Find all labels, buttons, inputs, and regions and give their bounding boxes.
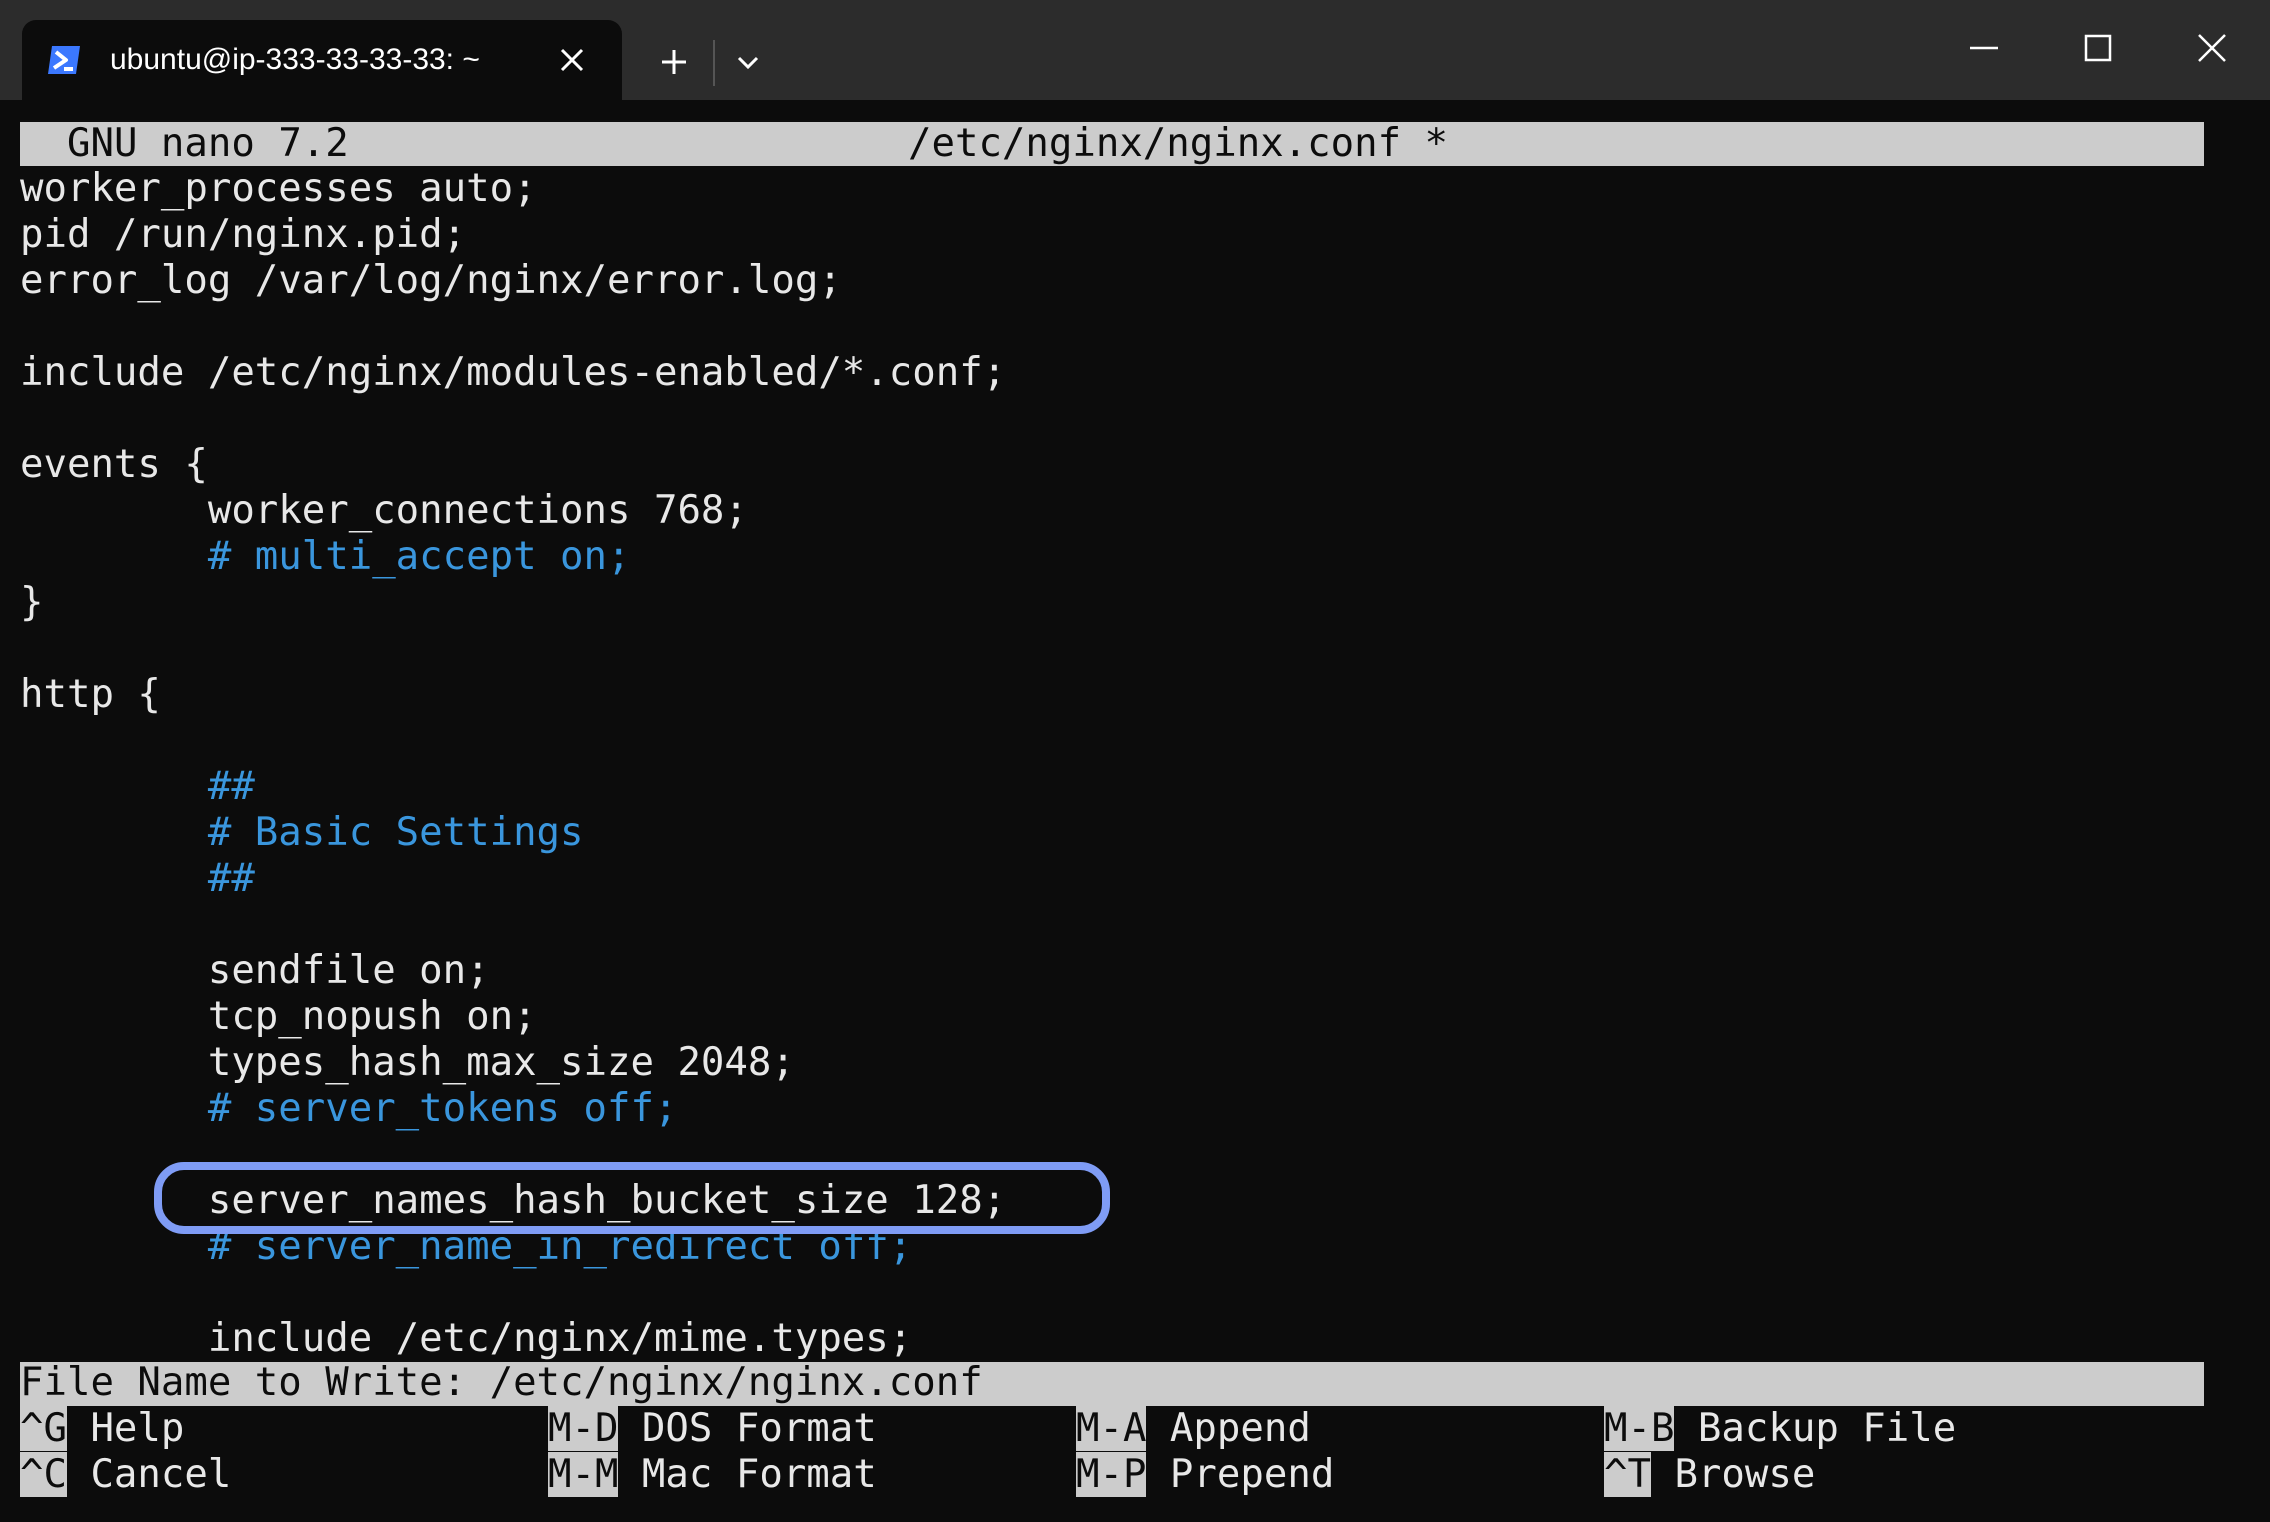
code-line: } xyxy=(20,580,44,625)
code-line: types_hash_max_size 2048; xyxy=(20,1040,795,1085)
highlight-annotation xyxy=(154,1162,1110,1234)
nano-filename: /etc/nginx/nginx.conf * xyxy=(908,121,1449,166)
shortcut-cancel[interactable]: ^C Cancel xyxy=(20,1452,231,1498)
nano-version: GNU nano 7.2 xyxy=(67,121,349,166)
shortcut-label: Cancel xyxy=(66,1452,232,1497)
tab-title: ubuntu@ip-333-33-33-33: ~ xyxy=(110,43,480,76)
title-bar: ubuntu@ip-333-33-33-33: ~ xyxy=(0,0,2270,100)
code-line: worker_processes auto; xyxy=(20,166,537,211)
code-comment-line: ## xyxy=(20,856,255,901)
shortcut-prepend[interactable]: M-P Prepend xyxy=(1076,1452,1334,1498)
chevron-down-icon[interactable] xyxy=(728,42,768,82)
shortcut-label: Mac Format xyxy=(618,1452,877,1497)
shortcut-dos-format[interactable]: M-D DOS Format xyxy=(548,1406,877,1452)
nano-title-bar: GNU nano 7.2 /etc/nginx/nginx.conf * xyxy=(20,122,2204,166)
code-line: worker_connections 768; xyxy=(20,488,748,533)
shortcut-label: DOS Format xyxy=(618,1406,877,1451)
terminal-pane[interactable]: GNU nano 7.2 /etc/nginx/nginx.conf * wor… xyxy=(0,100,2270,1522)
shortcut-key: ^C xyxy=(20,1452,67,1497)
powershell-terminal-icon xyxy=(44,40,84,80)
shortcut-label: Backup File xyxy=(1674,1406,1957,1451)
minimize-icon[interactable] xyxy=(1962,26,2006,70)
shortcut-append[interactable]: M-A Append xyxy=(1076,1406,1311,1452)
code-comment-line: # multi_accept on; xyxy=(20,534,631,579)
shortcut-label: Append xyxy=(1146,1406,1311,1451)
code-comment-line: ## xyxy=(20,764,255,809)
shortcut-help[interactable]: ^G Help xyxy=(20,1406,184,1452)
plus-icon[interactable] xyxy=(652,40,696,84)
code-line: pid /run/nginx.pid; xyxy=(20,212,467,257)
shortcut-label: Help xyxy=(66,1406,185,1451)
shortcut-key: M-M xyxy=(548,1452,619,1497)
shortcut-label: Browse xyxy=(1650,1452,1816,1497)
code-line: sendfile on; xyxy=(20,948,490,993)
shortcut-label: Prepend xyxy=(1146,1452,1335,1497)
shortcut-backup-file[interactable]: M-B Backup File xyxy=(1604,1406,1956,1452)
shortcut-key: M-P xyxy=(1076,1452,1147,1497)
terminal-tab[interactable]: ubuntu@ip-333-33-33-33: ~ xyxy=(22,20,622,100)
maximize-icon[interactable] xyxy=(2076,26,2120,70)
filename-prompt-input[interactable]: File Name to Write: /etc/nginx/nginx.con… xyxy=(20,1360,983,1406)
code-comment-line: # Basic Settings xyxy=(20,810,584,855)
code-line: http { xyxy=(20,672,161,717)
shortcut-key: ^T xyxy=(1604,1452,1651,1497)
shortcut-key: M-B xyxy=(1604,1406,1675,1451)
code-line: include /etc/nginx/mime.types; xyxy=(20,1316,913,1361)
code-line: tcp_nopush on; xyxy=(20,994,537,1039)
code-comment-line: # server_tokens off; xyxy=(20,1086,678,1131)
tab-separator xyxy=(713,40,715,86)
code-line: include /etc/nginx/modules-enabled/*.con… xyxy=(20,350,1007,395)
shortcut-key: ^G xyxy=(20,1406,67,1451)
close-icon[interactable] xyxy=(2190,26,2234,70)
code-line: events { xyxy=(20,442,208,487)
shortcut-key: M-D xyxy=(548,1406,619,1451)
shortcut-browse[interactable]: ^T Browse xyxy=(1604,1452,1815,1498)
shortcut-key: M-A xyxy=(1076,1406,1147,1451)
shortcut-mac-format[interactable]: M-M Mac Format xyxy=(548,1452,877,1498)
code-line: error_log /var/log/nginx/error.log; xyxy=(20,258,842,303)
close-icon[interactable] xyxy=(552,40,592,80)
